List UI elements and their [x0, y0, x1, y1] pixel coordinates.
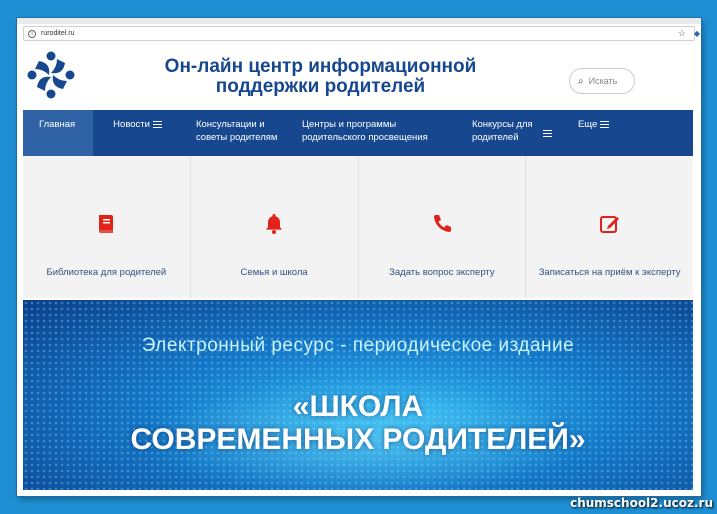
banner-title: «ШКОЛА СОВРЕМЕННЫХ РОДИТЕЛЕЙ»	[23, 390, 693, 456]
nav-item-home[interactable]: Главная	[23, 110, 94, 156]
browser-window: i ruroditel.ru ☆ ◆ Он-лайн центр информа…	[17, 18, 701, 496]
menu-icon	[152, 120, 162, 128]
hero-banner[interactable]: Электронный ресурс - периодическое издан…	[23, 300, 693, 490]
phone-icon	[433, 215, 451, 232]
card-label[interactable]: Задать вопрос эксперту	[359, 267, 526, 278]
card-appointment[interactable]: Записаться на приём к эксперту	[526, 156, 693, 298]
banner-subtitle: Электронный ресурс - периодическое издан…	[141, 335, 575, 356]
site-title-line2: поддержки родителей	[215, 76, 426, 97]
nav-item-label: Еще	[577, 119, 598, 130]
edit-icon	[599, 216, 619, 233]
card-ask-expert[interactable]: Задать вопрос эксперту	[359, 156, 527, 298]
bookmark-star-icon[interactable]: ☆	[678, 27, 686, 40]
banner-title-line2: СОВРЕМЕННЫХ РОДИТЕЛЕЙ»	[130, 423, 586, 456]
banner-title-line1: «ШКОЛА	[292, 390, 424, 423]
nav-item-label-2: родительского просвещения	[301, 132, 428, 143]
browser-chrome	[17, 18, 701, 24]
card-family-school[interactable]: Семья и школа	[191, 156, 359, 298]
extension-icon[interactable]: ◆	[694, 27, 700, 40]
card-label[interactable]: Библиотека для родителей	[23, 267, 190, 278]
info-icon[interactable]: i	[28, 29, 36, 38]
site-header: Он-лайн центр информационной поддержки р…	[23, 44, 695, 110]
address-bar[interactable]: i ruroditel.ru ☆ ◆	[23, 26, 700, 41]
nav-item-more[interactable]: Еще	[568, 110, 619, 156]
book-icon	[99, 215, 114, 234]
url-text[interactable]: ruroditel.ru	[41, 30, 74, 37]
card-library[interactable]: Библиотека для родителей	[23, 156, 191, 298]
card-label[interactable]: Семья и школа	[191, 267, 358, 278]
card-label[interactable]: Записаться на приём к эксперту	[526, 267, 693, 278]
site-title[interactable]: Он-лайн центр информационной поддержки р…	[133, 57, 508, 97]
main-nav: Главная Новости Консультации и советы ро…	[23, 110, 693, 156]
nav-item-label: Новости	[113, 119, 150, 130]
nav-item-label: Центры и программы	[301, 119, 397, 130]
nav-item-consultations[interactable]: Консультации и советы родителям	[172, 110, 292, 156]
menu-icon	[600, 120, 610, 128]
search-icon[interactable]: ⌕	[578, 76, 584, 87]
search-box[interactable]: ⌕ Искать	[569, 68, 635, 94]
nav-item-centers[interactable]: Центры и программы родительского просвещ…	[292, 110, 462, 156]
nav-item-news[interactable]: Новости	[93, 110, 172, 156]
nav-item-label: Конкурсы для	[471, 119, 533, 130]
nav-item-label: Консультации и	[195, 119, 265, 130]
menu-icon	[542, 130, 552, 137]
nav-item-label: Главная	[39, 119, 76, 130]
watermark: chumschool2.ucoz.ru	[570, 496, 713, 510]
search-input[interactable]: Искать	[589, 76, 618, 86]
site-title-line1: Он-лайн центр информационной	[164, 56, 477, 77]
nav-item-contests[interactable]: Конкурсы для родителей	[462, 110, 568, 156]
site-logo[interactable]	[25, 49, 77, 101]
feature-cards: Библиотека для родителей Семья и школа З…	[23, 156, 693, 298]
bell-icon	[266, 214, 283, 234]
nav-item-label-2: советы родителям	[195, 132, 278, 143]
